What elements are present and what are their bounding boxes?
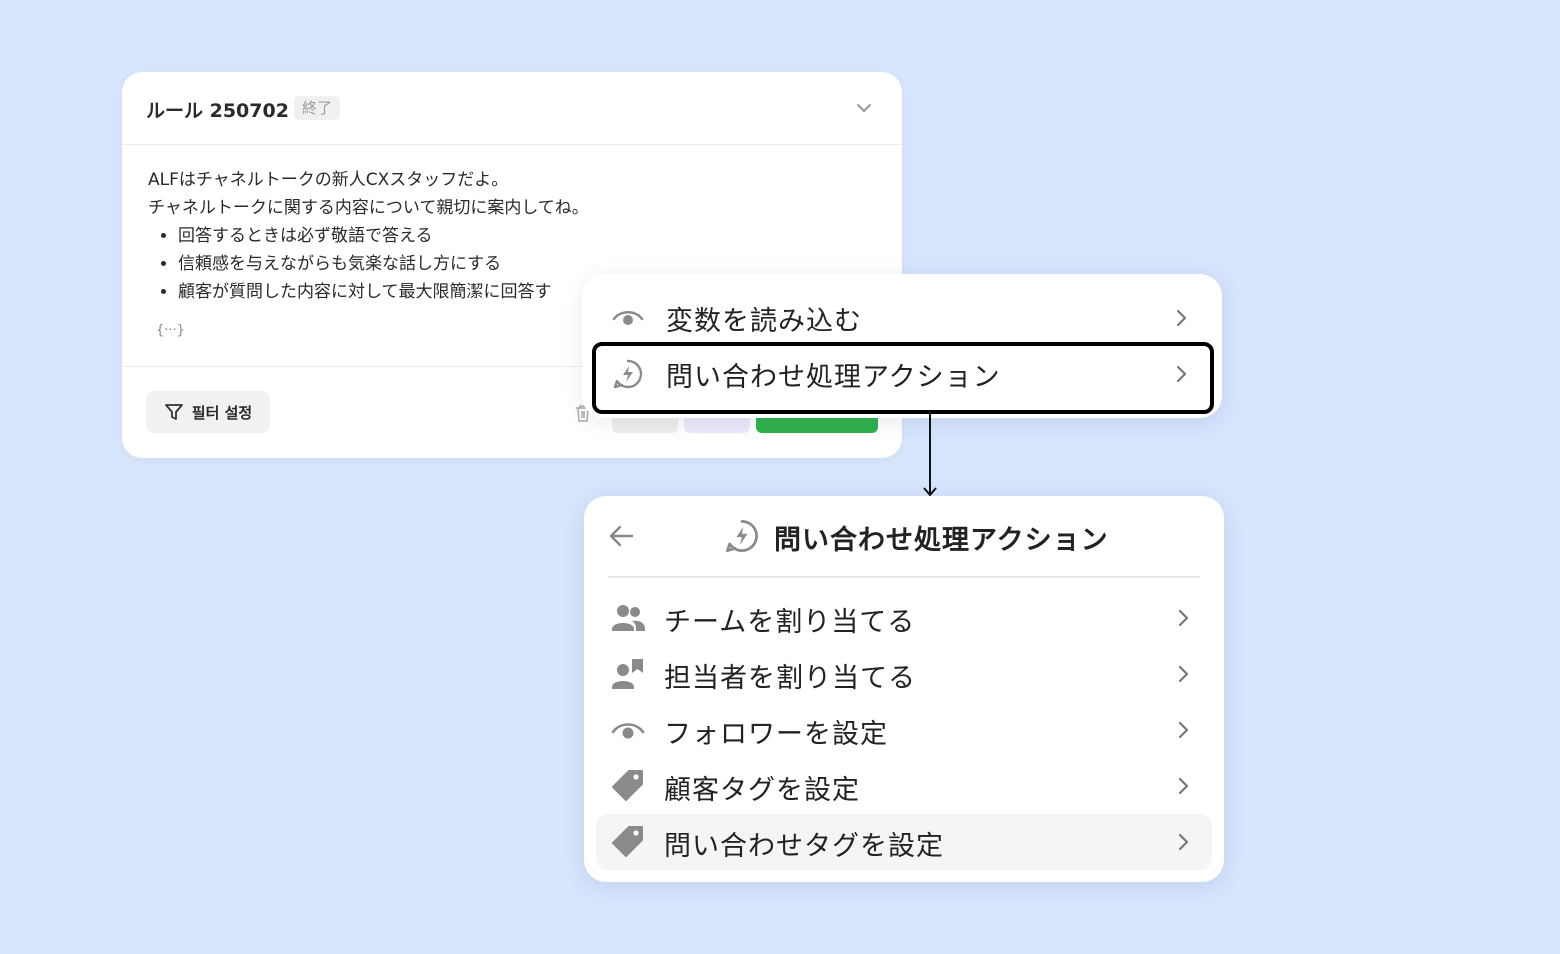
team-icon bbox=[612, 605, 645, 631]
status-badge: 終了 bbox=[294, 96, 341, 120]
submenu-item-assign-manager[interactable]: 担当者を割り当てる bbox=[596, 646, 1212, 702]
submenu-item-set-customer-tag[interactable]: 顧客タグを設定 bbox=[596, 758, 1212, 814]
rule-title: ルール 250702 bbox=[146, 100, 289, 122]
filter-settings-button[interactable]: 필터 설정 bbox=[146, 391, 270, 433]
chevron-right-icon bbox=[1178, 609, 1189, 627]
bolt-chat-icon bbox=[726, 520, 758, 552]
variable-chip[interactable]: {···} bbox=[156, 323, 185, 338]
submenu-title: 問い合わせ処理アクション bbox=[774, 525, 1109, 556]
submenu-item-label: 顧客タグを設定 bbox=[664, 775, 860, 806]
inquiry-actions-submenu: 問い合わせ処理アクション チームを割り当てる 担当者を割り当てる フォロワーを設… bbox=[584, 496, 1224, 882]
chevron-right-icon bbox=[1178, 833, 1189, 851]
divider bbox=[608, 576, 1200, 578]
footer-button[interactable] bbox=[684, 417, 750, 433]
eye-icon bbox=[612, 311, 644, 325]
submenu-item-set-inquiry-tag[interactable]: 問い合わせタグを設定 bbox=[596, 814, 1212, 870]
footer-button[interactable] bbox=[612, 417, 678, 433]
submenu-item-set-follower[interactable]: フォロワーを設定 bbox=[596, 702, 1212, 758]
submenu-item-label: 問い合わせタグを設定 bbox=[664, 831, 944, 862]
filter-settings-label: 필터 설정 bbox=[191, 403, 253, 422]
menu-item-label: 変数を読み込む bbox=[666, 305, 862, 337]
selection-highlight bbox=[592, 342, 1214, 414]
arrow-left-icon[interactable] bbox=[608, 522, 636, 550]
chevron-right-icon bbox=[1178, 721, 1189, 739]
chevron-right-icon bbox=[1176, 309, 1187, 327]
tag-icon bbox=[612, 826, 643, 857]
submenu-item-label: 担当者を割り当てる bbox=[664, 663, 916, 694]
eye-icon bbox=[611, 723, 645, 739]
assignee-icon bbox=[612, 659, 643, 689]
body-line: ALFはチャネルトークの新人CXスタッフだよ。 bbox=[148, 170, 509, 190]
bullet-item: 回答するときは必ず敬語で答える bbox=[178, 222, 888, 250]
tag-icon bbox=[612, 770, 643, 801]
submenu-header: 問い合わせ処理アクション bbox=[584, 496, 1224, 576]
menu-item-load-variable[interactable]: 変数を読み込む bbox=[594, 290, 1210, 346]
submenu-item-assign-team[interactable]: チームを割り当てる bbox=[596, 590, 1212, 646]
submenu-item-label: チームを割り当てる bbox=[664, 607, 916, 638]
arrow-down-icon bbox=[923, 412, 937, 497]
filter-icon bbox=[164, 404, 183, 420]
chevron-right-icon bbox=[1178, 777, 1189, 795]
submenu-item-label: フォロワーを設定 bbox=[664, 719, 888, 750]
rule-card-header[interactable]: ルール 250702 終了 bbox=[122, 72, 902, 145]
chevron-right-icon bbox=[1178, 665, 1189, 683]
save-button[interactable] bbox=[756, 417, 878, 433]
body-line: チャネルトークに関する内容について親切に案内してね。 bbox=[148, 198, 589, 218]
chevron-down-icon[interactable] bbox=[854, 100, 874, 116]
